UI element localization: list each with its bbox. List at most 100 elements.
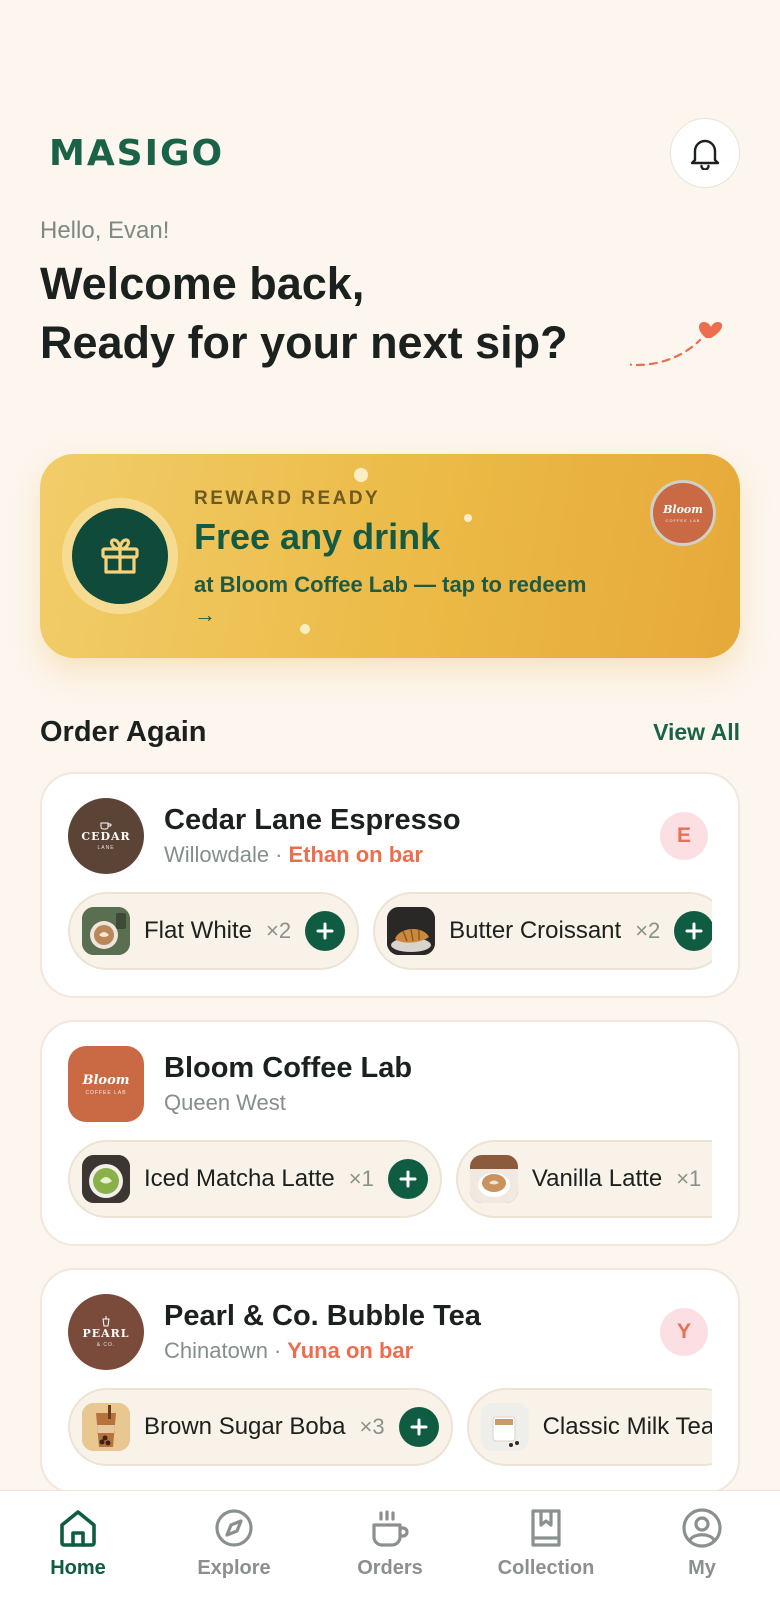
boba-photo-icon <box>82 1403 130 1451</box>
plus-icon <box>399 1170 417 1188</box>
item-quantity: ×2 <box>635 918 661 943</box>
croissant-photo-icon <box>387 907 436 955</box>
add-to-cart-button[interactable] <box>398 1407 439 1447</box>
boba-cup-icon <box>102 1316 110 1327</box>
bookmark-book-icon <box>531 1509 561 1547</box>
reorder-item[interactable]: Classic Milk Tea <box>466 1388 712 1466</box>
app-header: MASIGO <box>40 118 740 188</box>
reward-kicker: REWARD READY <box>194 488 381 509</box>
reorder-item[interactable]: Butter Croissant ×2 <box>373 892 712 970</box>
shop-name: Pearl & Co. Bubble Tea <box>164 1300 481 1332</box>
meta-separator: · <box>273 1338 282 1363</box>
reward-subtitle-text: at Bloom Coffee Lab — tap to redeem <box>194 572 587 597</box>
decor-dot <box>464 514 472 522</box>
item-name: Brown Sugar Boba <box>144 1413 346 1440</box>
tab-label: Collection <box>497 1557 595 1579</box>
section-title: Order Again <box>40 716 207 748</box>
reorder-items-row[interactable]: Flat White ×2 Butter Croissant ×2 <box>68 892 712 970</box>
tab-label: Orders <box>357 1557 423 1579</box>
reorder-items-row[interactable]: Brown Sugar Boba ×3 Classic Milk Tea <box>68 1388 712 1466</box>
badge-logo-sub: COFFEE LAB <box>665 518 701 523</box>
reorder-item[interactable]: Flat White ×2 <box>68 892 360 970</box>
tab-collection[interactable]: Collection <box>468 1491 624 1580</box>
reorder-item[interactable]: Brown Sugar Boba ×3 <box>68 1388 453 1466</box>
item-name: Iced Matcha Latte <box>144 1165 335 1192</box>
cup-icon <box>100 822 112 830</box>
cappuccino-photo-icon <box>469 1155 518 1203</box>
gift-icon <box>101 538 139 574</box>
reorder-item[interactable]: Vanilla Latte ×1 <box>455 1140 712 1218</box>
coffee-cup-icon <box>372 1510 409 1547</box>
greeting-text: Hello, Evan! <box>40 217 170 244</box>
barista-avatar: Y <box>660 1308 708 1356</box>
reward-title: Free any drink <box>194 516 441 557</box>
barista-on-bar: Ethan on bar <box>288 842 423 867</box>
decor-dot <box>354 468 368 482</box>
tab-my[interactable]: My <box>624 1491 780 1580</box>
shop-area: Chinatown <box>164 1338 268 1363</box>
milk-tea-photo-icon <box>480 1403 529 1451</box>
welcome-headline: Welcome back, Ready for your next sip? <box>40 254 640 372</box>
shop-logo-word: CEDAR <box>81 830 131 843</box>
tab-label: Explore <box>197 1557 271 1579</box>
item-quantity: ×2 <box>266 918 292 943</box>
shop-logo-word: Bloom <box>82 1072 130 1088</box>
home-icon <box>60 1510 96 1547</box>
item-quantity: ×1 <box>676 1166 702 1191</box>
tab-explore[interactable]: Explore <box>156 1491 312 1580</box>
shop-card-cedar-lane[interactable]: CEDAR LANE Cedar Lane Espresso Willowdal… <box>40 772 740 998</box>
tab-home[interactable]: Home <box>0 1491 156 1580</box>
shop-logo-sub: COFFEE LAB <box>85 1089 127 1096</box>
gift-badge <box>62 498 178 614</box>
add-to-cart-button[interactable] <box>387 1159 428 1199</box>
order-again-header: Order Again View All <box>40 716 740 749</box>
headline-line-2: Ready for your next sip? <box>40 317 568 368</box>
reward-subtitle[interactable]: at Bloom Coffee Lab — tap to redeem → <box>194 570 634 630</box>
view-all-link[interactable]: View All <box>653 719 740 746</box>
user-circle-icon <box>682 1508 722 1548</box>
matcha-photo-icon <box>82 1155 130 1203</box>
plus-icon <box>316 922 334 940</box>
item-name: Butter Croissant <box>449 917 622 944</box>
add-to-cart-button[interactable] <box>305 911 346 951</box>
item-name: Flat White <box>144 917 253 944</box>
item-name: Vanilla Latte <box>531 1165 663 1192</box>
shop-name: Cedar Lane Espresso <box>164 804 461 836</box>
barista-on-bar: Yuna on bar <box>287 1338 414 1363</box>
meta-separator: · <box>275 842 283 867</box>
item-quantity: ×3 <box>359 1414 385 1439</box>
bell-icon <box>690 139 720 170</box>
bloom-shop-badge: Bloom COFFEE LAB <box>650 480 716 546</box>
notifications-button[interactable] <box>670 118 740 188</box>
tab-label: My <box>688 1557 716 1579</box>
shop-meta: Chinatown · Yuna on bar <box>164 1338 413 1364</box>
plus-icon <box>410 1418 428 1436</box>
item-name: Classic Milk Tea <box>542 1413 712 1440</box>
add-to-cart-button[interactable] <box>674 911 712 951</box>
compass-icon <box>215 1509 253 1547</box>
shop-logo: CEDAR LANE <box>68 798 144 874</box>
shop-area: Queen West <box>164 1090 286 1115</box>
shop-logo: Bloom COFFEE LAB <box>68 1046 144 1122</box>
latte-photo-icon <box>82 907 130 955</box>
shop-logo: PEARL & CO. <box>68 1294 144 1370</box>
heart-doodle-icon <box>630 322 723 367</box>
reward-banner[interactable]: REWARD READY Free any drink at Bloom Cof… <box>40 454 740 658</box>
shop-logo-sub: & CO. <box>96 1342 116 1348</box>
reorder-item[interactable]: Iced Matcha Latte ×1 <box>68 1140 442 1218</box>
shop-meta: Willowdale · Ethan on bar <box>164 842 423 868</box>
app-logo: MASIGO <box>49 132 225 174</box>
tab-orders[interactable]: Orders <box>312 1491 468 1580</box>
shop-card-bloom-coffee-lab[interactable]: Bloom COFFEE LAB Bloom Coffee Lab Queen … <box>40 1020 740 1246</box>
barista-avatar: E <box>660 812 708 860</box>
reorder-items-row[interactable]: Iced Matcha Latte ×1 Vanilla Latte ×1 <box>68 1140 712 1218</box>
arrow-right-icon: → <box>194 602 216 627</box>
shop-card-pearl-and-co[interactable]: PEARL & CO. Pearl & Co. Bubble Tea China… <box>40 1268 740 1494</box>
headline-line-1: Welcome back, <box>40 258 365 309</box>
shop-logo-word: PEARL <box>82 1327 130 1340</box>
shop-meta: Queen West <box>164 1090 286 1116</box>
tab-label: Home <box>50 1557 106 1579</box>
plus-icon <box>685 922 703 940</box>
badge-logo-word: Bloom <box>663 503 703 516</box>
shop-area: Willowdale <box>164 842 270 867</box>
